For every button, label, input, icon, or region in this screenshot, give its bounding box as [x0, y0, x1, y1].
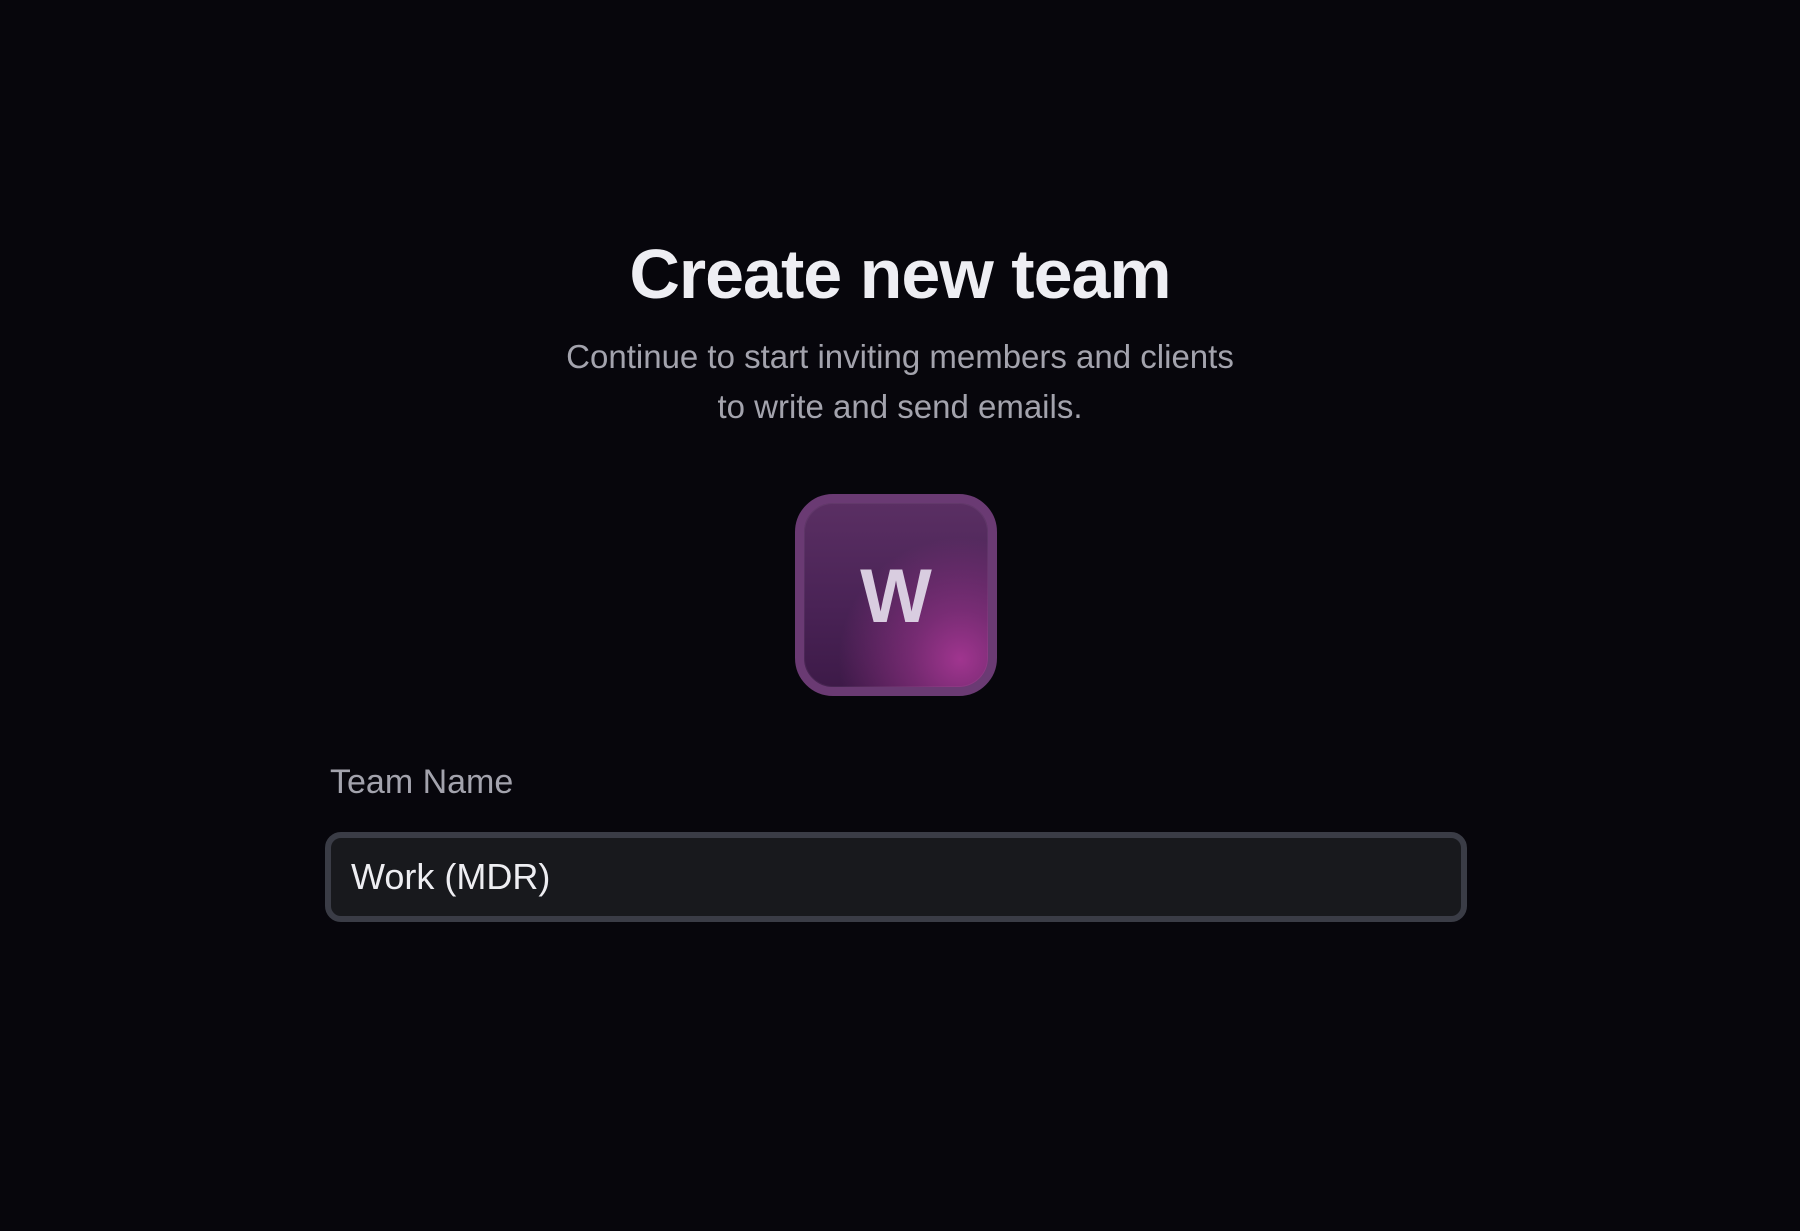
page-title: Create new team	[629, 235, 1171, 313]
team-name-label: Team Name	[330, 763, 514, 801]
team-name-input[interactable]	[351, 856, 1441, 898]
team-avatar: W	[795, 494, 997, 696]
team-avatar-letter: W	[860, 554, 932, 639]
team-avatar-button[interactable]: W	[795, 494, 997, 696]
page-subtitle: Continue to start inviting members and c…	[566, 338, 1234, 425]
team-name-input-box[interactable]	[325, 832, 1467, 922]
create-team-page: Create new team Continue to start inviti…	[0, 0, 1800, 1231]
team-name-field: Team Name	[325, 757, 1467, 922]
page-header: Create new team Continue to start inviti…	[0, 232, 1800, 432]
